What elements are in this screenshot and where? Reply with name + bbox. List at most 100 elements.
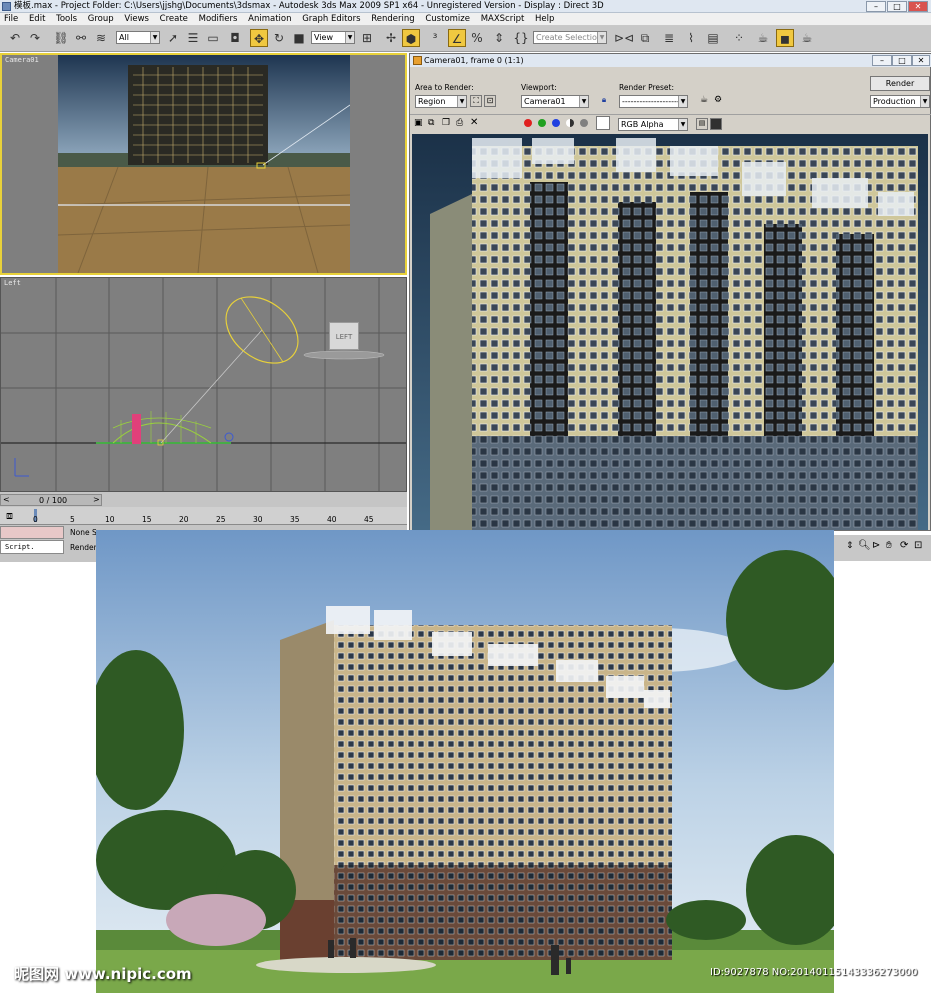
- minimize-button[interactable]: –: [866, 1, 886, 12]
- rendered-building-image: [412, 134, 928, 530]
- alpha-channel-icon[interactable]: [566, 119, 574, 127]
- mini-curve-editor-icon[interactable]: ⧈: [6, 509, 13, 523]
- architecture-render-image: [96, 530, 834, 993]
- pan-hand-icon[interactable]: ✋︎: [886, 540, 892, 551]
- render-viewport-dropdown[interactable]: Camera01 ▼: [521, 95, 589, 108]
- menu-create[interactable]: Create: [156, 14, 192, 24]
- monochrome-icon[interactable]: [580, 119, 588, 127]
- blue-channel-icon[interactable]: [552, 119, 560, 127]
- bind-space-warp-icon[interactable]: ≋: [92, 29, 110, 47]
- copy-image-icon[interactable]: ⧉: [428, 118, 434, 128]
- time-slider[interactable]: < 0 / 100 >: [0, 494, 102, 506]
- unlink-icon[interactable]: ⚯: [72, 29, 90, 47]
- chevron-down-icon: ▼: [579, 96, 588, 107]
- render-window-title: Camera01, frame 0 (1:1): [424, 56, 524, 65]
- menu-help[interactable]: Help: [531, 14, 558, 24]
- menu-group[interactable]: Group: [84, 14, 118, 24]
- select-and-scale-icon[interactable]: ■: [290, 29, 308, 47]
- clone-window-icon[interactable]: ❐: [442, 118, 450, 128]
- zoom-icon[interactable]: 🔍︎: [858, 540, 871, 551]
- spinner-snap-icon[interactable]: ⇕: [490, 29, 508, 47]
- left-viewport[interactable]: Left LEFT: [0, 277, 407, 492]
- percent-snap-icon[interactable]: %: [468, 29, 486, 47]
- maximize-button[interactable]: □: [887, 1, 907, 12]
- production-dropdown[interactable]: Production ▼: [870, 95, 930, 108]
- red-channel-icon[interactable]: [524, 119, 532, 127]
- render-preset-dropdown[interactable]: -------------------- ▼: [619, 95, 688, 108]
- mirror-icon[interactable]: ⊳⊲: [614, 29, 634, 47]
- maxscript-mini-listener[interactable]: Script.: [0, 540, 64, 554]
- quick-render-icon[interactable]: ☕: [798, 29, 816, 47]
- maxscript-mini-listener-top[interactable]: [0, 526, 64, 539]
- chevron-right-icon[interactable]: >: [93, 495, 100, 504]
- redo-icon[interactable]: ↷: [26, 29, 44, 47]
- toggle-ui-overlay-icon[interactable]: ▤: [696, 118, 708, 130]
- curve-editor-icon[interactable]: ⌇: [682, 29, 700, 47]
- select-by-name-icon[interactable]: ☰: [184, 29, 202, 47]
- render-minimize-button[interactable]: –: [872, 55, 892, 66]
- select-and-rotate-icon[interactable]: ↻: [270, 29, 288, 47]
- menu-customize[interactable]: Customize: [421, 14, 474, 24]
- close-button[interactable]: ✕: [908, 1, 928, 12]
- select-object-icon[interactable]: ➚: [164, 29, 182, 47]
- undo-icon[interactable]: ↶: [6, 29, 24, 47]
- link-icon[interactable]: ⛓: [52, 29, 70, 47]
- lock-icon[interactable]: 🔒︎: [598, 95, 610, 107]
- save-image-icon[interactable]: ▣: [414, 118, 423, 128]
- color-swatch[interactable]: [596, 116, 610, 130]
- print-image-icon[interactable]: ⎙: [456, 118, 463, 128]
- menu-graph-editors[interactable]: Graph Editors: [298, 14, 364, 24]
- menu-modifiers[interactable]: Modifiers: [195, 14, 242, 24]
- maximize-viewport-icon[interactable]: ⊡: [914, 540, 922, 551]
- menu-file[interactable]: File: [0, 14, 22, 24]
- display-channel-dropdown[interactable]: RGB Alpha ▼: [618, 118, 688, 131]
- menu-views[interactable]: Views: [120, 14, 153, 24]
- reference-coordinate-dropdown[interactable]: View ▼: [311, 31, 355, 44]
- render-maximize-button[interactable]: □: [892, 55, 912, 66]
- menu-edit[interactable]: Edit: [25, 14, 49, 24]
- select-and-move-icon[interactable]: ✥: [250, 29, 268, 47]
- camera-scene-preview: [58, 55, 350, 273]
- rectangular-selection-icon[interactable]: ▭: [204, 29, 222, 47]
- menu-animation[interactable]: Animation: [244, 14, 295, 24]
- pivot-center-icon[interactable]: ⊞: [358, 29, 376, 47]
- tick-label: 10: [105, 515, 115, 524]
- menu-tools[interactable]: Tools: [52, 14, 81, 24]
- window-crossing-icon[interactable]: ◘: [226, 29, 244, 47]
- green-channel-icon[interactable]: [538, 119, 546, 127]
- schematic-view-icon[interactable]: ▤: [704, 29, 722, 47]
- field-of-view-icon[interactable]: ⊳: [872, 540, 880, 551]
- render-close-button[interactable]: ✕: [912, 55, 930, 66]
- camera-viewport[interactable]: Camera01: [0, 53, 407, 275]
- angle-snap-icon[interactable]: ∠: [448, 29, 466, 47]
- orbit-icon[interactable]: ⟳: [900, 540, 908, 551]
- render-setup-icon[interactable]: ☕: [754, 29, 772, 47]
- select-and-manipulate-icon[interactable]: ✢: [382, 29, 400, 47]
- keyboard-shortcut-override-icon[interactable]: ⬢: [402, 29, 420, 47]
- edit-named-selection-icon[interactable]: {}: [512, 29, 530, 47]
- clear-icon[interactable]: ✕: [470, 117, 478, 128]
- toggle-ui-icon[interactable]: [710, 118, 722, 130]
- align-icon[interactable]: ⧉: [636, 29, 654, 47]
- edit-region-icon[interactable]: ⛶: [470, 95, 482, 107]
- chevron-left-icon[interactable]: <: [3, 495, 10, 504]
- environment-effects-icon[interactable]: ⚙: [712, 95, 724, 107]
- snaps-toggle-icon[interactable]: ³: [426, 29, 444, 47]
- material-editor-icon[interactable]: ⁘: [730, 29, 748, 47]
- spinner-icon[interactable]: ⇕: [846, 541, 854, 551]
- track-bar[interactable]: ⧈ 0 5 10 15 20 25 30 35 40 45: [0, 507, 407, 525]
- named-selection-set-input[interactable]: Create Selection Set▼: [533, 31, 607, 44]
- menu-rendering[interactable]: Rendering: [367, 14, 418, 24]
- render-button[interactable]: Render: [870, 76, 930, 91]
- menu-maxscript[interactable]: MAXScript: [477, 14, 529, 24]
- layer-manager-icon[interactable]: ≣: [660, 29, 678, 47]
- area-to-render-dropdown[interactable]: Region ▼: [415, 95, 467, 108]
- viewcube[interactable]: LEFT: [329, 322, 359, 350]
- viewport-label: Camera01: [5, 56, 39, 64]
- auto-region-icon[interactable]: ⊡: [484, 95, 496, 107]
- tick-label: 20: [179, 515, 189, 524]
- render-setup-icon[interactable]: ☕: [698, 95, 710, 107]
- rendered-frame-window-icon[interactable]: ◼: [776, 29, 794, 47]
- selection-filter-dropdown[interactable]: All ▼: [116, 31, 160, 44]
- reference-coordinate-value: View: [314, 33, 333, 42]
